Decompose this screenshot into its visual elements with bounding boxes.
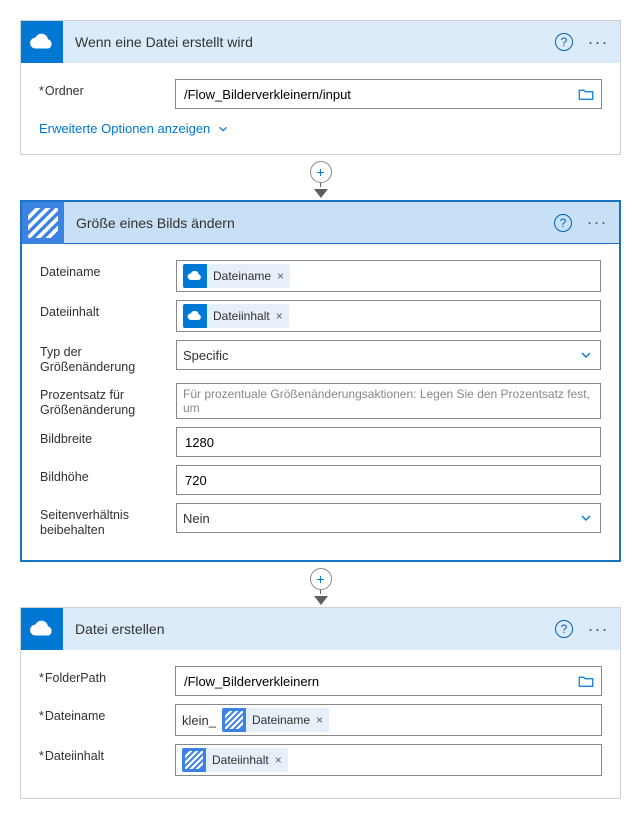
filecontent-label: Dateiinhalt <box>39 744 175 764</box>
filecontent-token[interactable]: Dateiinhalt × <box>182 748 288 772</box>
arrow-down-icon <box>314 189 328 198</box>
resize-image-card: Größe eines Bilds ändern ? ··· Dateiname… <box>20 200 621 562</box>
encodian-icon <box>222 708 246 732</box>
more-button[interactable]: ··· <box>584 28 612 56</box>
folder-input[interactable] <box>175 79 602 109</box>
filecontent-input[interactable]: Dateiinhalt × <box>175 744 602 776</box>
filecontent-input[interactable]: Dateiinhalt × <box>176 300 601 332</box>
trigger-card: Wenn eine Datei erstellt wird ? ··· Ordn… <box>20 20 621 155</box>
remove-token-icon[interactable]: × <box>276 309 283 323</box>
chevron-down-icon <box>216 122 230 136</box>
add-step-button[interactable]: + <box>310 568 332 590</box>
encodian-icon <box>22 202 64 244</box>
resizetype-select[interactable]: Specific <box>176 340 601 370</box>
connector: + <box>20 562 621 607</box>
filename-input[interactable]: Dateiname × <box>176 260 601 292</box>
card-title: Wenn eine Datei erstellt wird <box>75 34 550 50</box>
folder-picker-icon[interactable] <box>577 85 595 103</box>
add-step-button[interactable]: + <box>310 161 332 183</box>
onedrive-icon <box>183 304 207 328</box>
card-header[interactable]: Wenn eine Datei erstellt wird ? ··· <box>21 21 620 63</box>
filename-input[interactable]: klein_ Dateiname × <box>175 704 602 736</box>
filename-label: Dateiname <box>39 704 175 724</box>
chevron-down-icon <box>578 347 594 363</box>
resizetype-label: Typ der Größenänderung <box>40 340 176 375</box>
filename-label: Dateiname <box>40 260 176 280</box>
chevron-down-icon <box>578 510 594 526</box>
arrow-down-icon <box>314 596 328 605</box>
folder-label: Ordner <box>39 79 175 99</box>
height-label: Bildhöhe <box>40 465 176 485</box>
more-button[interactable]: ··· <box>583 209 611 237</box>
onedrive-icon <box>21 608 63 650</box>
connector: + <box>20 155 621 200</box>
help-button[interactable]: ? <box>550 28 578 56</box>
aspect-select[interactable]: Nein <box>176 503 601 533</box>
help-button[interactable]: ? <box>549 209 577 237</box>
card-header[interactable]: Datei erstellen ? ··· <box>21 608 620 650</box>
card-title: Größe eines Bilds ändern <box>76 215 549 231</box>
card-title: Datei erstellen <box>75 621 550 637</box>
width-label: Bildbreite <box>40 427 176 447</box>
filename-token[interactable]: Dateiname × <box>183 264 290 288</box>
card-header[interactable]: Größe eines Bilds ändern ? ··· <box>22 202 619 244</box>
remove-token-icon[interactable]: × <box>277 269 284 283</box>
folder-text[interactable] <box>182 84 573 105</box>
advanced-options-toggle[interactable]: Erweiterte Optionen anzeigen <box>39 121 230 136</box>
remove-token-icon[interactable]: × <box>316 713 323 727</box>
filename-prefix-text: klein_ <box>182 713 218 728</box>
onedrive-icon <box>183 264 207 288</box>
create-file-card: Datei erstellen ? ··· FolderPath Dateina… <box>20 607 621 799</box>
percent-input[interactable]: Für prozentuale Größenänderungsaktionen:… <box>176 383 601 419</box>
folderpath-label: FolderPath <box>39 666 175 686</box>
filecontent-label: Dateiinhalt <box>40 300 176 320</box>
filecontent-token[interactable]: Dateiinhalt × <box>183 304 289 328</box>
more-button[interactable]: ··· <box>584 615 612 643</box>
onedrive-icon <box>21 21 63 63</box>
help-button[interactable]: ? <box>550 615 578 643</box>
percent-label: Prozentsatz für Größenänderung <box>40 383 176 418</box>
width-input[interactable] <box>176 427 601 457</box>
encodian-icon <box>182 748 206 772</box>
filename-token[interactable]: Dateiname × <box>222 708 329 732</box>
height-input[interactable] <box>176 465 601 495</box>
folder-picker-icon[interactable] <box>577 672 595 690</box>
aspect-label: Seitenverhältnis beibehalten <box>40 503 176 538</box>
folderpath-input[interactable] <box>175 666 602 696</box>
remove-token-icon[interactable]: × <box>275 753 282 767</box>
